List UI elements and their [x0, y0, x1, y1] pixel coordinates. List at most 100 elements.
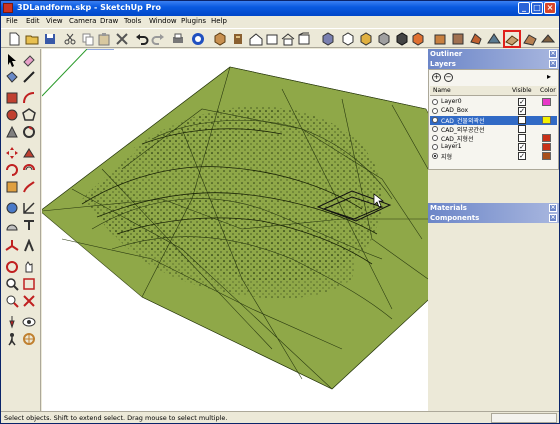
layer-color-swatch[interactable]	[542, 98, 551, 106]
scale-icon[interactable]	[5, 180, 19, 194]
axes-icon[interactable]	[5, 239, 19, 253]
menu-file[interactable]: File	[6, 17, 18, 25]
minimize-button[interactable]: _	[518, 2, 530, 14]
terrain-model[interactable]	[42, 49, 428, 411]
new-icon[interactable]	[7, 32, 21, 46]
open-icon[interactable]	[25, 32, 39, 46]
materials-close-icon[interactable]: ×	[549, 204, 557, 212]
layer-color-swatch[interactable]	[542, 143, 551, 151]
add-layer-icon[interactable]: +	[432, 73, 441, 82]
position-camera-icon[interactable]	[5, 315, 19, 329]
followme-icon[interactable]	[22, 125, 36, 139]
textured-icon[interactable]	[469, 32, 483, 46]
visible-checkbox[interactable]	[518, 125, 526, 133]
iso-icon[interactable]	[321, 32, 335, 46]
walk-icon[interactable]	[5, 332, 19, 346]
follow-icon[interactable]	[22, 180, 36, 194]
layer-row[interactable]: 지형 ✓	[430, 152, 557, 161]
zoom-extents-icon[interactable]	[5, 294, 19, 308]
visible-checkbox[interactable]	[518, 116, 526, 124]
orbit-icon[interactable]	[5, 260, 19, 274]
layer-row[interactable]: Layer0 ✓	[430, 98, 557, 107]
model-info-icon[interactable]	[191, 32, 205, 46]
polygon-icon[interactable]	[22, 108, 36, 122]
active-layer-radio[interactable]	[432, 153, 438, 159]
erase-icon[interactable]	[115, 32, 129, 46]
outliner-header[interactable]: Outliner ×	[428, 49, 559, 59]
active-layer-radio[interactable]	[432, 126, 438, 132]
visible-checkbox[interactable]: ✓	[518, 98, 526, 106]
hidden-line-icon[interactable]	[433, 32, 447, 46]
eraser-icon[interactable]	[22, 53, 36, 67]
layer-details-icon[interactable]: ▸	[547, 73, 555, 82]
menu-draw[interactable]: Draw	[100, 17, 118, 25]
look-around-icon[interactable]	[22, 315, 36, 329]
active-layer-radio[interactable]	[432, 135, 438, 141]
monochrome-icon[interactable]	[487, 32, 501, 46]
layer-row[interactable]: Layer1 ✓	[430, 143, 557, 152]
menu-view[interactable]: View	[46, 17, 63, 25]
maximize-button[interactable]: □	[531, 2, 543, 14]
paste-icon[interactable]	[97, 32, 111, 46]
model-viewport[interactable]	[42, 49, 428, 411]
previous-icon[interactable]	[22, 294, 36, 308]
visible-checkbox[interactable]: ✓	[518, 143, 526, 151]
visible-checkbox[interactable]: ✓	[518, 152, 526, 160]
outliner-close-icon[interactable]: ×	[549, 50, 557, 58]
menu-help[interactable]: Help	[211, 17, 227, 25]
offset-icon[interactable]	[22, 163, 36, 177]
redo-icon[interactable]	[151, 32, 165, 46]
visible-checkbox[interactable]	[518, 134, 526, 142]
section-icon[interactable]	[22, 332, 36, 346]
active-layer-radio[interactable]	[432, 99, 438, 105]
active-layer-radio[interactable]	[432, 108, 438, 114]
zoom-window-icon[interactable]	[22, 277, 36, 291]
line-icon[interactable]	[22, 70, 36, 84]
remove-layer-icon[interactable]: −	[444, 73, 453, 82]
layer-row[interactable]: CAD_Box ✓	[430, 107, 557, 116]
materials-header[interactable]: Materials ×	[428, 203, 559, 213]
close-button[interactable]: ×	[544, 2, 556, 14]
menu-window[interactable]: Window	[149, 17, 177, 25]
menu-plugins[interactable]: Plugins	[181, 17, 206, 25]
select-icon[interactable]	[5, 53, 19, 67]
col-color[interactable]: Color	[540, 87, 556, 94]
menu-edit[interactable]: Edit	[26, 17, 40, 25]
sandbox-icon[interactable]	[231, 32, 245, 46]
menu-camera[interactable]: Camera	[69, 17, 96, 25]
xray-icon[interactable]	[395, 32, 409, 46]
move-icon[interactable]	[5, 146, 19, 160]
active-layer-radio[interactable]	[432, 144, 438, 150]
active-layer-radio[interactable]	[432, 117, 438, 123]
3dtext-icon[interactable]	[22, 239, 36, 253]
components-close-icon[interactable]: ×	[549, 214, 557, 222]
drape-icon[interactable]	[541, 32, 555, 46]
wireframe-icon[interactable]	[411, 32, 425, 46]
layers-close-icon[interactable]: ×	[549, 60, 557, 68]
visible-checkbox[interactable]: ✓	[518, 107, 526, 115]
layer-color-swatch[interactable]	[542, 134, 551, 142]
undo-icon[interactable]	[135, 32, 149, 46]
from-contours-icon[interactable]	[503, 30, 521, 48]
left-icon[interactable]	[297, 32, 311, 46]
layer-row[interactable]: CAD_지형선	[430, 134, 557, 143]
layer-row-selected[interactable]: CAD_건물외곽선	[430, 116, 557, 125]
top-view-icon[interactable]	[341, 32, 355, 46]
shaded-icon[interactable]	[451, 32, 465, 46]
paint-icon[interactable]	[5, 70, 19, 84]
right-view-icon[interactable]	[359, 32, 373, 46]
text-icon[interactable]	[22, 218, 36, 232]
cut-icon[interactable]	[63, 32, 77, 46]
bottom-view-icon[interactable]	[377, 32, 391, 46]
zoom-icon[interactable]	[5, 277, 19, 291]
col-name[interactable]: Name	[433, 87, 451, 94]
menu-tools[interactable]: Tools	[124, 17, 141, 25]
from-scratch-icon[interactable]	[523, 32, 537, 46]
col-visible[interactable]: Visible	[512, 87, 532, 94]
pan-icon[interactable]	[22, 260, 36, 274]
rotate-tool-icon[interactable]	[22, 146, 36, 160]
front-icon[interactable]	[265, 32, 279, 46]
arc-icon[interactable]	[22, 91, 36, 105]
make-component-icon[interactable]	[213, 32, 227, 46]
layers-header[interactable]: Layers ×	[428, 59, 559, 69]
